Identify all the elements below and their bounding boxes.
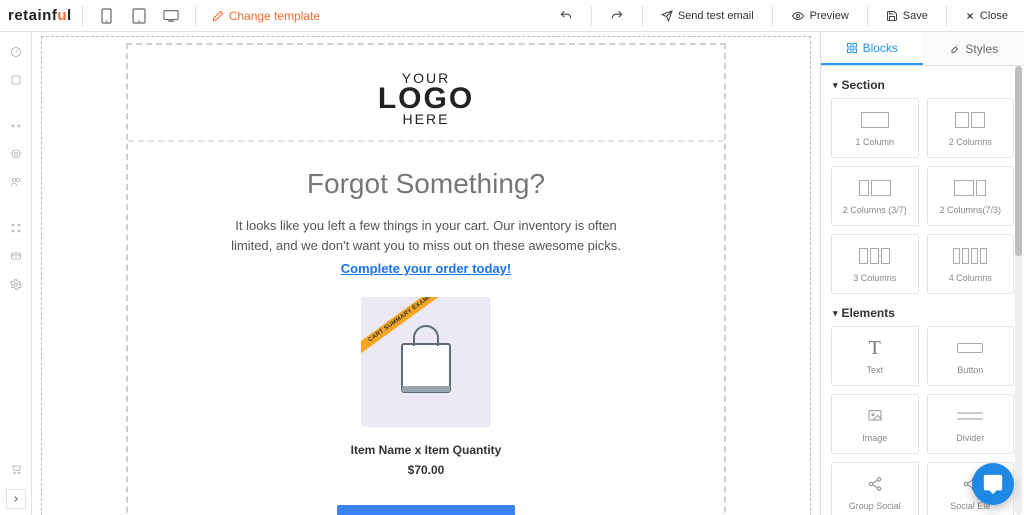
- eye-icon: [791, 10, 805, 22]
- undo-icon: [559, 9, 573, 23]
- brand-logo: retainful: [8, 7, 72, 24]
- right-panel: Blocks Styles Section 1 Column 2 Columns: [820, 32, 1024, 515]
- separator: [946, 6, 947, 26]
- tile-3-columns[interactable]: 3 Columns: [831, 234, 919, 294]
- redo-button[interactable]: [602, 4, 632, 28]
- redo-icon: [610, 9, 624, 23]
- tile-2-columns[interactable]: 2 Columns: [927, 98, 1015, 158]
- headline: Forgot Something?: [148, 168, 704, 200]
- button-icon: [957, 337, 983, 359]
- rail-apps-icon[interactable]: [4, 216, 28, 240]
- undo-button[interactable]: [551, 4, 581, 28]
- tile-1-column[interactable]: 1 Column: [831, 98, 919, 158]
- change-template-button[interactable]: Change template: [206, 5, 326, 27]
- save-button[interactable]: Save: [878, 4, 936, 28]
- column-icon: [859, 245, 890, 267]
- section-heading[interactable]: Section: [833, 78, 1012, 92]
- chevron-right-icon: [11, 494, 21, 504]
- tab-styles-label: Styles: [965, 42, 998, 56]
- content-block[interactable]: Forgot Something? It looks like you left…: [128, 140, 724, 515]
- tile-image[interactable]: Image: [831, 394, 919, 454]
- preview-label: Preview: [810, 10, 849, 22]
- rail-card-icon[interactable]: [4, 244, 28, 268]
- product-card: CART SUMMARY EXAMPLE: [361, 297, 491, 427]
- panel-tabs: Blocks Styles: [821, 32, 1024, 66]
- brush-icon: [948, 43, 960, 55]
- column-icon: [953, 245, 987, 267]
- share-icon: [867, 473, 883, 495]
- save-label: Save: [903, 10, 928, 22]
- blocks-icon: [846, 42, 858, 54]
- change-template-label: Change template: [229, 9, 320, 23]
- tab-blocks-label: Blocks: [863, 41, 898, 55]
- device-mobile-icon[interactable]: [93, 4, 121, 28]
- tile-4-columns[interactable]: 4 Columns: [927, 234, 1015, 294]
- tile-2-columns-73[interactable]: 2 Columns(7/3): [927, 166, 1015, 226]
- elements-heading[interactable]: Elements: [833, 306, 1012, 320]
- logo-block[interactable]: YOUR LOGO HERE: [128, 45, 724, 140]
- panel-scroll[interactable]: Section 1 Column 2 Columns 2 Columns (3/…: [821, 66, 1024, 515]
- chat-icon: [982, 473, 1004, 495]
- scrollbar-thumb[interactable]: [1015, 66, 1022, 256]
- device-tablet-icon[interactable]: [125, 4, 153, 28]
- tab-blocks[interactable]: Blocks: [821, 32, 923, 65]
- logo-placeholder: YOUR LOGO HERE: [148, 71, 704, 126]
- product-image: CART SUMMARY EXAMPLE: [361, 297, 491, 427]
- column-icon: [861, 109, 889, 131]
- expand-rail-button[interactable]: [6, 489, 26, 509]
- save-icon: [886, 10, 898, 22]
- finish-checkout-button[interactable]: FINISH CHECKING OUT: [337, 505, 515, 515]
- close-icon: [965, 11, 975, 21]
- separator: [772, 6, 773, 26]
- rail-layout-icon[interactable]: [4, 68, 28, 92]
- rail-dashboard-icon[interactable]: [4, 40, 28, 64]
- rail-target-icon[interactable]: [4, 142, 28, 166]
- tile-2-columns-37[interactable]: 2 Columns (3/7): [831, 166, 919, 226]
- close-label: Close: [980, 10, 1008, 22]
- body-text: It looks like you left a few things in y…: [206, 216, 646, 279]
- rail-settings-dot-icon[interactable]: [4, 114, 28, 138]
- rail-users-icon[interactable]: [4, 170, 28, 194]
- device-desktop-icon[interactable]: [157, 4, 185, 28]
- rail-gear-icon[interactable]: [4, 272, 28, 296]
- complete-order-link[interactable]: Complete your order today!: [341, 259, 511, 279]
- tile-divider[interactable]: Divider: [927, 394, 1015, 454]
- column-icon: [955, 109, 985, 131]
- text-icon: T: [869, 337, 881, 359]
- send-test-label: Send test email: [678, 10, 754, 22]
- edit-icon: [212, 10, 224, 22]
- separator: [591, 6, 592, 26]
- bag-icon: [394, 324, 458, 400]
- preview-button[interactable]: Preview: [783, 4, 857, 28]
- tile-group-social[interactable]: Group Social: [831, 462, 919, 515]
- topbar: retainful Change template Send test emai…: [0, 0, 1024, 32]
- main-layout: + YOUR LOGO HERE Forgot Something? It lo…: [0, 32, 1024, 515]
- editor-canvas[interactable]: + YOUR LOGO HERE Forgot Something? It lo…: [32, 32, 820, 515]
- rail-cart-icon[interactable]: [4, 457, 28, 481]
- tab-styles[interactable]: Styles: [923, 32, 1024, 65]
- paper-plane-icon: [661, 10, 673, 22]
- column-icon: [859, 177, 891, 199]
- send-test-email-button[interactable]: Send test email: [653, 4, 762, 28]
- email-body[interactable]: YOUR LOGO HERE Forgot Something? It look…: [126, 43, 726, 515]
- item-line: Item Name x Item Quantity: [148, 443, 704, 457]
- left-rail: [0, 32, 32, 515]
- close-button[interactable]: Close: [957, 4, 1016, 28]
- tile-button[interactable]: Button: [927, 326, 1015, 386]
- item-price: $70.00: [148, 463, 704, 477]
- separator: [82, 6, 83, 26]
- canvas-frame: YOUR LOGO HERE Forgot Something? It look…: [41, 36, 811, 515]
- separator: [642, 6, 643, 26]
- divider-icon: [957, 405, 983, 427]
- separator: [867, 6, 868, 26]
- tile-text[interactable]: T Text: [831, 326, 919, 386]
- chat-launcher-button[interactable]: [972, 463, 1014, 505]
- column-icon: [954, 177, 986, 199]
- separator: [195, 6, 196, 26]
- image-icon: [865, 405, 885, 427]
